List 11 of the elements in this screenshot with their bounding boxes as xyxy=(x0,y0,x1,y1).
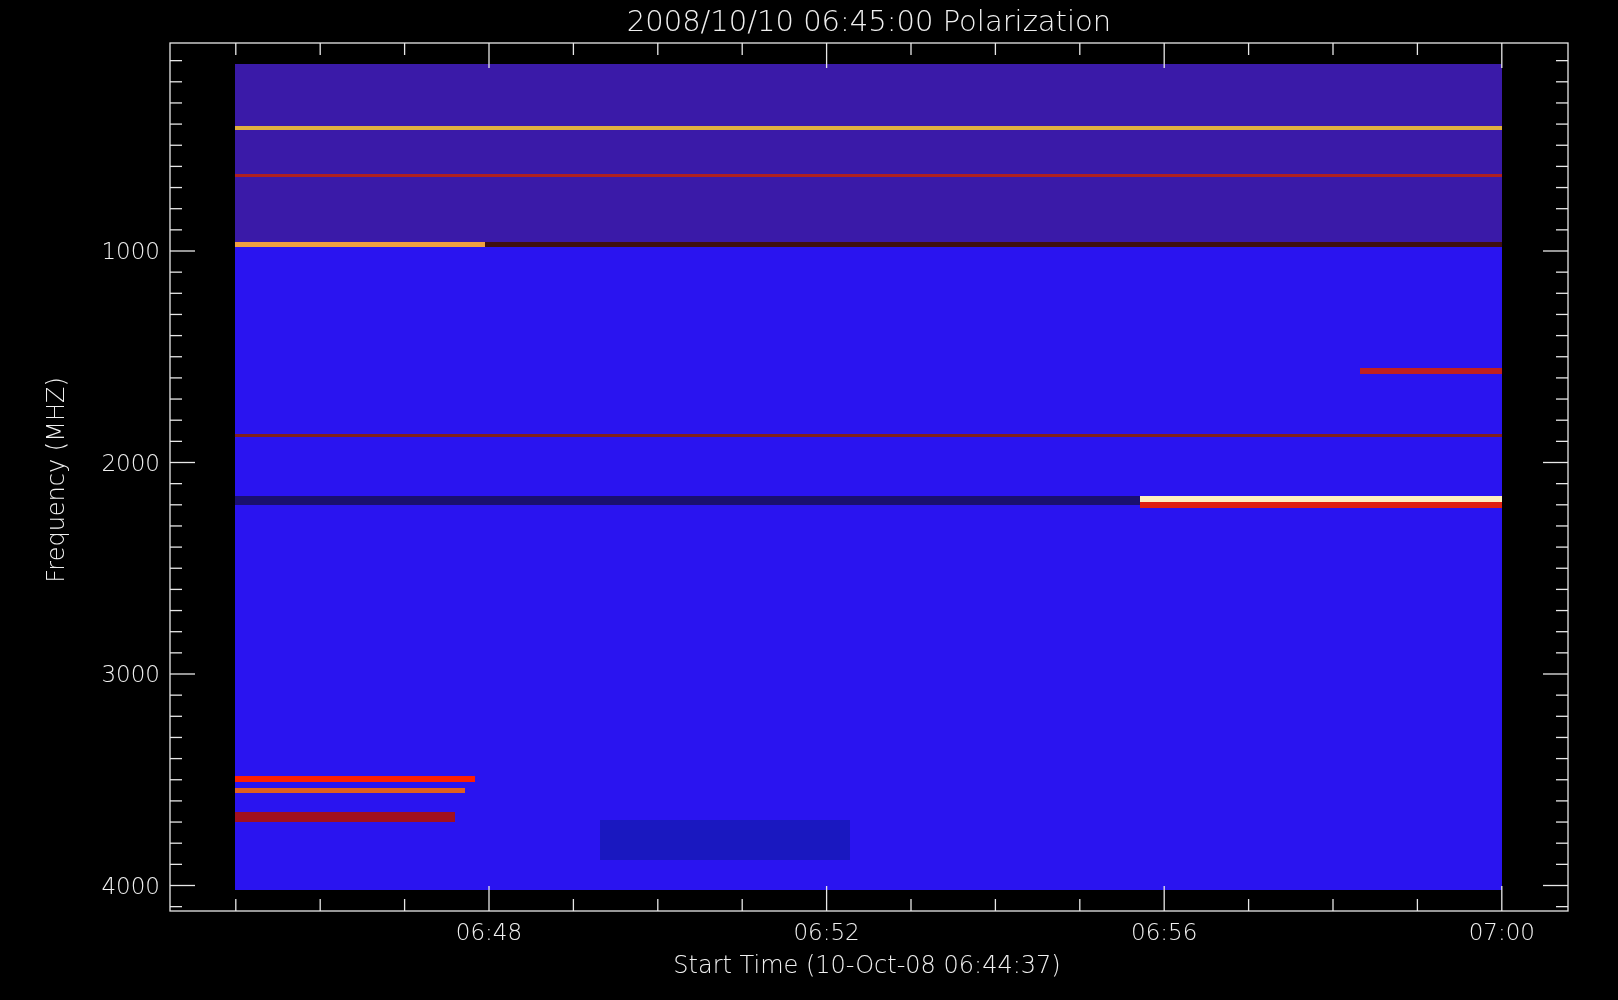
y-tick-label: 2000 xyxy=(101,449,160,476)
x-tick-label: 06:48 xyxy=(455,919,523,945)
y-axis-label: Frequency (MHZ) xyxy=(42,377,70,583)
y-tick-label: 4000 xyxy=(101,872,160,899)
y-tick-label: 1000 xyxy=(101,238,160,264)
x-tick-label: 06:56 xyxy=(1131,919,1198,945)
x-tick-label: 06:52 xyxy=(793,919,860,945)
chart-title: 2008/10/10 06:45:00 Polarization xyxy=(626,4,1112,38)
x-tick-label: 07:00 xyxy=(1468,919,1535,945)
x-axis-label: Start Time (10-Oct-08 06:44:37) xyxy=(673,951,1061,979)
y-tick-label: 3000 xyxy=(101,661,160,687)
